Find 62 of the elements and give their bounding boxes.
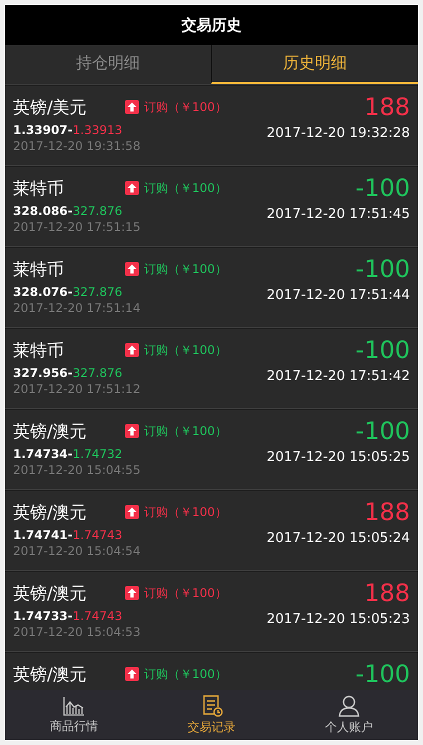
close-time: 2017-12-20 17:51:45 [266,205,410,223]
order-label: 订购（￥100） [144,260,227,278]
product-name: 英镑/澳元 [13,582,88,604]
open-time: 2017-12-20 17:51:15 [13,219,140,235]
order-label: 订购（￥100） [144,504,227,520]
profit-amount: -100 [356,174,410,202]
open-time: 2017-12-20 15:04:54 [13,543,140,559]
order-label: 订购（￥100） [144,422,227,440]
product-name: 英镑/澳元 [13,502,88,524]
price-range: 328.076-327.876 [13,284,124,300]
up-arrow-icon [125,181,139,195]
profit-amount: -100 [356,336,410,364]
user-icon [338,694,360,716]
nav-tab[interactable]: 交易记录 [142,690,280,740]
close-time: 2017-12-20 15:05:23 [266,610,410,628]
up-arrow-icon [125,262,139,276]
document-clock-icon [200,694,222,716]
open-time: 2017-12-20 19:31:58 [13,138,140,154]
order-label: 订购（￥100） [144,342,227,358]
open-time: 2017-12-20 15:04:55 [13,462,140,478]
nav-tab[interactable]: 商品行情 [5,690,143,740]
price-range: 1.74733-1.74743 [13,608,124,624]
up-arrow-icon [125,343,139,357]
product-name: 莱特币 [13,340,65,362]
close-time: 2017-12-20 19:32:28 [266,124,410,142]
up-arrow-icon [125,100,139,114]
profit-amount: -100 [356,417,410,445]
tab[interactable]: 历史明细 [211,45,418,84]
up-arrow-icon [125,424,139,438]
open-time: 2017-12-20 17:51:14 [13,300,140,316]
bar-chart-icon [62,696,85,716]
open-time: 2017-12-20 17:51:12 [13,381,140,397]
product-name: 英镑/美元 [13,96,88,118]
up-arrow-icon [125,505,139,519]
order-label: 订购（￥100） [144,180,227,196]
close-time: 2017-12-20 17:51:42 [266,367,410,385]
nav-tab[interactable]: 个人账户 [280,690,418,740]
profit-amount: -100 [356,660,410,688]
product-name: 英镑/澳元 [13,664,88,686]
profit-amount: -100 [356,255,410,283]
price-range: 327.956-327.876 [13,365,124,381]
profit-amount: 188 [364,498,410,526]
profit-amount: 188 [364,93,410,121]
close-time: 2017-12-20 15:05:24 [266,529,410,547]
order-label: 订购（￥100） [144,666,227,682]
order-label: 订购（￥100） [144,584,227,602]
product-name: 英镑/澳元 [13,420,88,442]
up-arrow-icon [125,667,139,681]
open-time: 2017-12-20 15:04:53 [13,624,140,640]
price-range: 1.74741-1.74743 [13,527,124,543]
price-range: 328.086-327.876 [13,203,124,219]
tab[interactable]: 持仓明细 [5,45,211,84]
price-range: 1.74734-1.74732 [13,446,124,462]
profit-amount: 188 [364,579,410,607]
product-name: 莱特币 [13,258,65,280]
close-time: 2017-12-20 15:05:25 [266,448,410,466]
order-label: 订购（￥100） [144,98,227,116]
price-range: 1.33907-1.33913 [13,122,124,138]
product-name: 莱特币 [13,178,65,200]
up-arrow-icon [125,586,139,600]
page-title: 交易历史 [182,16,242,34]
close-time: 2017-12-20 17:51:44 [266,286,410,304]
